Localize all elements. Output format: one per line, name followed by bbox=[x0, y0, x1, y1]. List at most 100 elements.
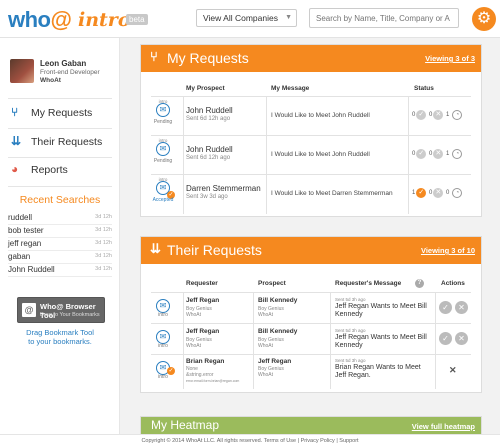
handshake-icon: ✉ bbox=[156, 299, 170, 313]
prospect-name[interactable]: Jeff Regan bbox=[258, 358, 291, 365]
panel-header: My Heatmap View full heatmap bbox=[141, 417, 481, 435]
footer: Copyright © 2014 WhoAt LLC. All rights r… bbox=[0, 434, 500, 448]
clock-icon: ◔ bbox=[452, 149, 463, 159]
divider bbox=[8, 186, 112, 187]
column-header: Prospect bbox=[258, 280, 286, 287]
recent-search-item[interactable]: jeff regan 3d 12h bbox=[8, 238, 112, 251]
nav-reports[interactable]: ◕ Reports bbox=[0, 157, 120, 185]
table-row[interactable]: ✉ intro Jeff Regan Boy Genius WhoAt Bill … bbox=[141, 293, 481, 323]
close-icon: ✕ bbox=[433, 110, 444, 120]
requester-name[interactable]: Jeff Regan bbox=[186, 328, 219, 335]
user-company: WhoAt bbox=[40, 77, 61, 84]
remove-button[interactable]: ✕ bbox=[449, 365, 457, 376]
request-message: I Would Like to Meet John Ruddell bbox=[271, 151, 370, 158]
clock-icon: ◔ bbox=[452, 188, 463, 198]
status-counts: 0 ✓ 0 ✕ 1 ◔ bbox=[411, 110, 463, 120]
panel-title: Their Requests bbox=[167, 242, 262, 258]
viewing-link[interactable]: Viewing 3 of 10 bbox=[421, 246, 475, 255]
check-icon: ✓ bbox=[416, 188, 427, 198]
requester-message: Jeff Regan Wants to Meet Bill Kennedy bbox=[335, 334, 427, 349]
panel-header: ⑂ My Requests Viewing 3 of 3 bbox=[141, 45, 481, 72]
nav-label: My Requests bbox=[31, 107, 93, 119]
accept-button[interactable]: ✓ bbox=[439, 301, 452, 314]
my-requests-panel: ⑂ My Requests Viewing 3 of 3 My Prospect… bbox=[140, 44, 482, 217]
pie-chart-icon: ◕ bbox=[11, 162, 19, 176]
whoat-logo[interactable]: who@ bbox=[8, 7, 72, 33]
avatar[interactable] bbox=[10, 59, 34, 83]
browser-tool-button[interactable]: @ Who@ Browser Tool Drag to Your Bookmar… bbox=[17, 297, 105, 323]
requester-name[interactable]: Jeff Regan bbox=[186, 297, 219, 304]
column-header: Requester's Message bbox=[335, 280, 402, 287]
column-header: Requester bbox=[186, 280, 218, 287]
requester-name[interactable]: Brian Regan bbox=[186, 358, 224, 365]
beta-badge: beta bbox=[126, 14, 148, 25]
intro-badge: ✉ intro bbox=[143, 326, 183, 349]
prospect-name[interactable]: Bill Kennedy bbox=[258, 297, 297, 304]
panel-title: My Requests bbox=[167, 50, 249, 66]
table-row[interactable]: intro ✉ ✓ Accepted Darren Stemmerman Sen… bbox=[141, 175, 481, 213]
requester-message: Jeff Regan Wants to Meet Bill Kennedy bbox=[335, 303, 427, 318]
down-arrows-icon: ⇊ bbox=[150, 241, 161, 256]
nav-their-requests[interactable]: ⇊ Their Requests bbox=[0, 129, 120, 157]
sent-time: Sent 5d 3h ago bbox=[335, 358, 366, 363]
search-icon[interactable] bbox=[459, 8, 471, 28]
sent-time: Sent 5d 3h ago bbox=[335, 297, 366, 302]
search-input[interactable] bbox=[309, 8, 459, 28]
panel-title: My Heatmap bbox=[151, 418, 220, 432]
nav-my-requests[interactable]: ⑂ My Requests bbox=[0, 100, 120, 128]
clock-icon: ◔ bbox=[452, 110, 463, 120]
status-counts: 0 ✓ 0 ✕ 1 ◔ bbox=[411, 149, 463, 159]
table-row[interactable]: ✉ intro Jeff Regan Boy Genius WhoAt Bill … bbox=[141, 324, 481, 354]
decline-button[interactable]: ✕ bbox=[455, 332, 468, 345]
fork-arrows-icon: ⑂ bbox=[150, 49, 158, 64]
recent-search-item[interactable]: John Ruddell 3d 12h bbox=[8, 264, 112, 277]
handshake-icon: ✉ bbox=[156, 142, 170, 156]
intro-badge: ✉ ✓ intro bbox=[143, 357, 183, 380]
table-row[interactable]: intro ✉ Pending John Ruddell Sent 6d 12h… bbox=[141, 97, 481, 135]
column-header: Actions bbox=[441, 280, 465, 287]
drag-bookmark-text: Drag Bookmark Tool to your bookmarks. bbox=[26, 328, 94, 346]
intro-badge: intro ✉ Pending bbox=[153, 99, 173, 125]
down-arrows-icon: ⇊ bbox=[11, 134, 22, 148]
check-icon: ✓ bbox=[416, 149, 427, 159]
table-row[interactable]: ✉ ✓ intro Brian Regan None &string.error e… bbox=[141, 355, 481, 389]
requester-details: None &string.error error.email.form.brian@… bbox=[186, 366, 240, 383]
gear-icon[interactable]: ⚙ bbox=[472, 7, 496, 31]
heatmap-panel: My Heatmap View full heatmap bbox=[140, 416, 482, 435]
intro-logo: intro bbox=[78, 9, 131, 31]
help-icon[interactable]: ? bbox=[415, 279, 424, 288]
requester-message: Brian Regan Wants to Meet Jeff Regan. bbox=[335, 364, 421, 379]
user-name[interactable]: Leon Gaban bbox=[40, 59, 86, 68]
table-row[interactable]: intro ✉ Pending John Ruddell Sent 6d 12h… bbox=[141, 136, 481, 174]
column-header: My Message bbox=[271, 85, 310, 92]
sent-time: Sent 6d 12h ago bbox=[186, 116, 231, 122]
intro-badge: ✉ intro bbox=[143, 295, 183, 318]
handshake-icon: ✉ bbox=[156, 330, 170, 344]
column-header: Status bbox=[414, 85, 434, 92]
viewing-link[interactable]: Viewing 3 of 3 bbox=[425, 54, 475, 63]
prospect-name[interactable]: Bill Kennedy bbox=[258, 328, 297, 335]
chevron-down-icon: ▼ bbox=[285, 14, 292, 21]
fork-arrows-icon: ⑂ bbox=[11, 105, 19, 119]
top-bar: who@ intro beta View All Companies ▼ ⚙ bbox=[0, 0, 500, 38]
recent-search-item[interactable]: ruddell 3d 12h bbox=[8, 212, 112, 225]
recent-search-item[interactable]: bob tester 3d 12h bbox=[8, 225, 112, 238]
recent-searches-title: Recent Searches bbox=[19, 194, 101, 206]
recent-search-item[interactable]: gaban 3d 12h bbox=[8, 251, 112, 264]
view-heatmap-link[interactable]: View full heatmap bbox=[412, 422, 475, 431]
check-icon: ✓ bbox=[416, 110, 427, 120]
their-requests-panel: ⇊ Their Requests Viewing 3 of 10 Request… bbox=[140, 236, 482, 393]
prospect-details: Boy Genius WhoAt bbox=[258, 366, 284, 378]
accept-button[interactable]: ✓ bbox=[439, 332, 452, 345]
prospect-name[interactable]: Darren Stemmerman bbox=[186, 184, 261, 193]
divider bbox=[8, 98, 112, 99]
sent-time: Sent 3w 3d ago bbox=[186, 194, 228, 200]
sent-time: Sent 6d 12h ago bbox=[186, 155, 231, 161]
prospect-name[interactable]: John Ruddell bbox=[186, 106, 233, 115]
request-message: I Would Like to Meet Darren Stemmerman bbox=[271, 190, 393, 197]
close-icon: ✕ bbox=[433, 188, 444, 198]
decline-button[interactable]: ✕ bbox=[455, 301, 468, 314]
prospect-name[interactable]: John Ruddell bbox=[186, 145, 233, 154]
handshake-icon: ✉ bbox=[156, 103, 170, 117]
company-select[interactable]: View All Companies ▼ bbox=[196, 9, 297, 27]
